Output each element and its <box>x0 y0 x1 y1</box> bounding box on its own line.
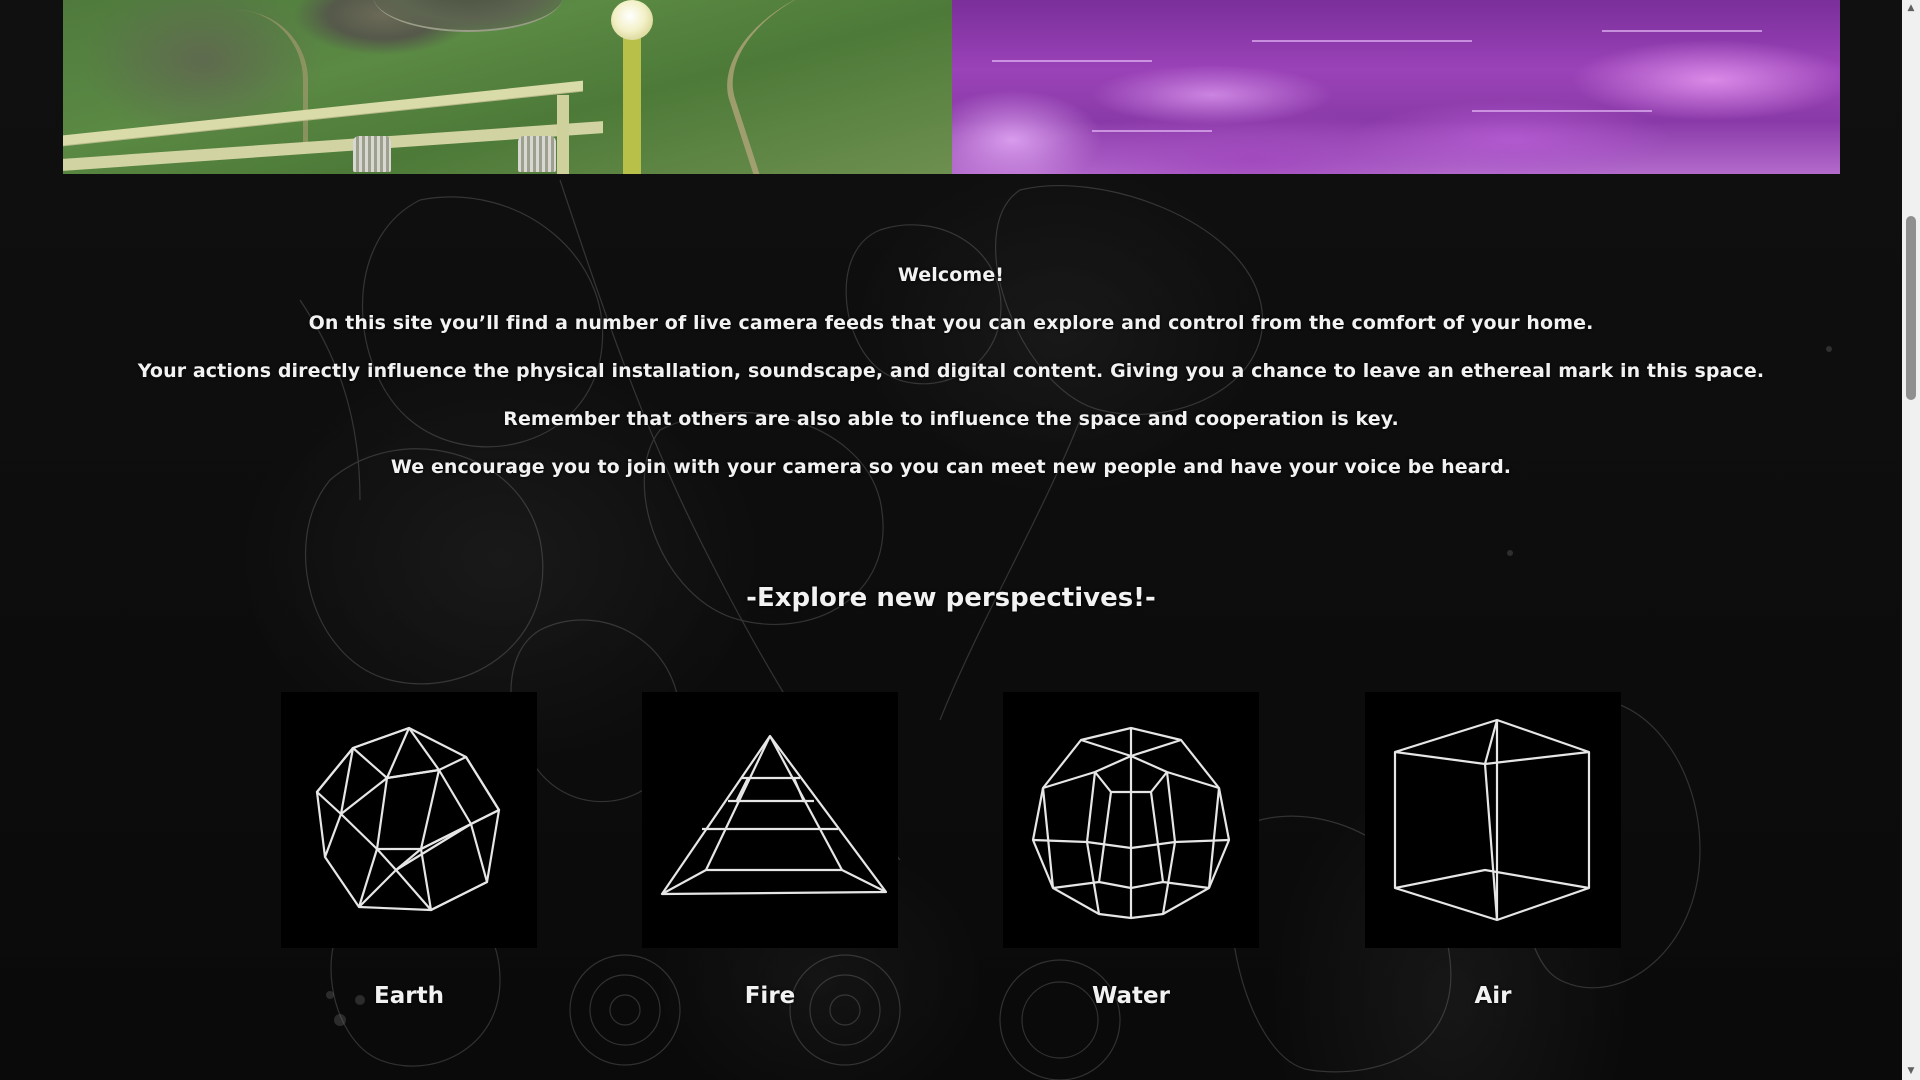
garden-camera-feed[interactable] <box>63 0 952 174</box>
feed-path-shape <box>704 0 952 174</box>
feed-dome-shape <box>373 0 563 32</box>
element-label-air: Air <box>1474 983 1512 1009</box>
explore-heading: -Explore new perspectives!- <box>746 583 1156 613</box>
air-tile <box>1365 692 1621 948</box>
feed-ripple-shape <box>1091 130 1212 132</box>
feed-ripple-shape <box>1601 30 1762 32</box>
scroll-thumb[interactable] <box>1906 216 1916 400</box>
element-label-earth: Earth <box>374 983 444 1009</box>
tetrahedron-icon <box>660 734 888 896</box>
element-link-fire[interactable]: Fire <box>642 692 898 1009</box>
page: Welcome! On this site you’ll find a numb… <box>0 0 1920 1080</box>
feed-ripple-shape <box>1251 40 1472 42</box>
feed-lamp-post-shape <box>623 30 641 174</box>
element-link-earth[interactable]: Earth <box>281 692 537 1009</box>
scroll-up-arrow-icon[interactable]: ▲ <box>1902 0 1920 17</box>
intro-paragraph: Your actions directly influence the phys… <box>137 360 1765 382</box>
fire-tile <box>642 692 898 948</box>
feed-ripple-shape <box>1471 110 1652 112</box>
element-label-fire: Fire <box>744 983 796 1009</box>
element-label-water: Water <box>1091 983 1170 1009</box>
feed-chair-shape <box>353 136 391 172</box>
welcome-heading: Welcome! <box>897 264 1005 286</box>
intro-paragraph: We encourage you to join with your camer… <box>390 456 1512 478</box>
intro-section: Welcome! On this site you’ll find a numb… <box>0 258 1902 498</box>
feed-lamp-shape <box>611 0 653 40</box>
cube-icon <box>1393 718 1591 922</box>
page-scrollbar[interactable]: ▲ ▼ <box>1902 0 1920 1080</box>
element-link-water[interactable]: Water <box>1003 692 1259 1009</box>
polyhedron-icon <box>1031 726 1231 920</box>
feed-ripple-shape <box>991 60 1152 62</box>
feed-chair-shape <box>518 136 556 172</box>
water-camera-feed[interactable] <box>951 0 1840 174</box>
intro-paragraph: Remember that others are also able to in… <box>503 408 1399 430</box>
camera-feeds-banner <box>63 0 1840 174</box>
icosahedron-icon <box>315 726 501 912</box>
earth-tile <box>281 692 537 948</box>
water-tile <box>1003 692 1259 948</box>
feed-post-shape <box>557 95 569 174</box>
scroll-down-arrow-icon[interactable]: ▼ <box>1902 1063 1920 1080</box>
element-link-air[interactable]: Air <box>1365 692 1621 1009</box>
intro-paragraph: On this site you’ll find a number of liv… <box>308 312 1594 334</box>
